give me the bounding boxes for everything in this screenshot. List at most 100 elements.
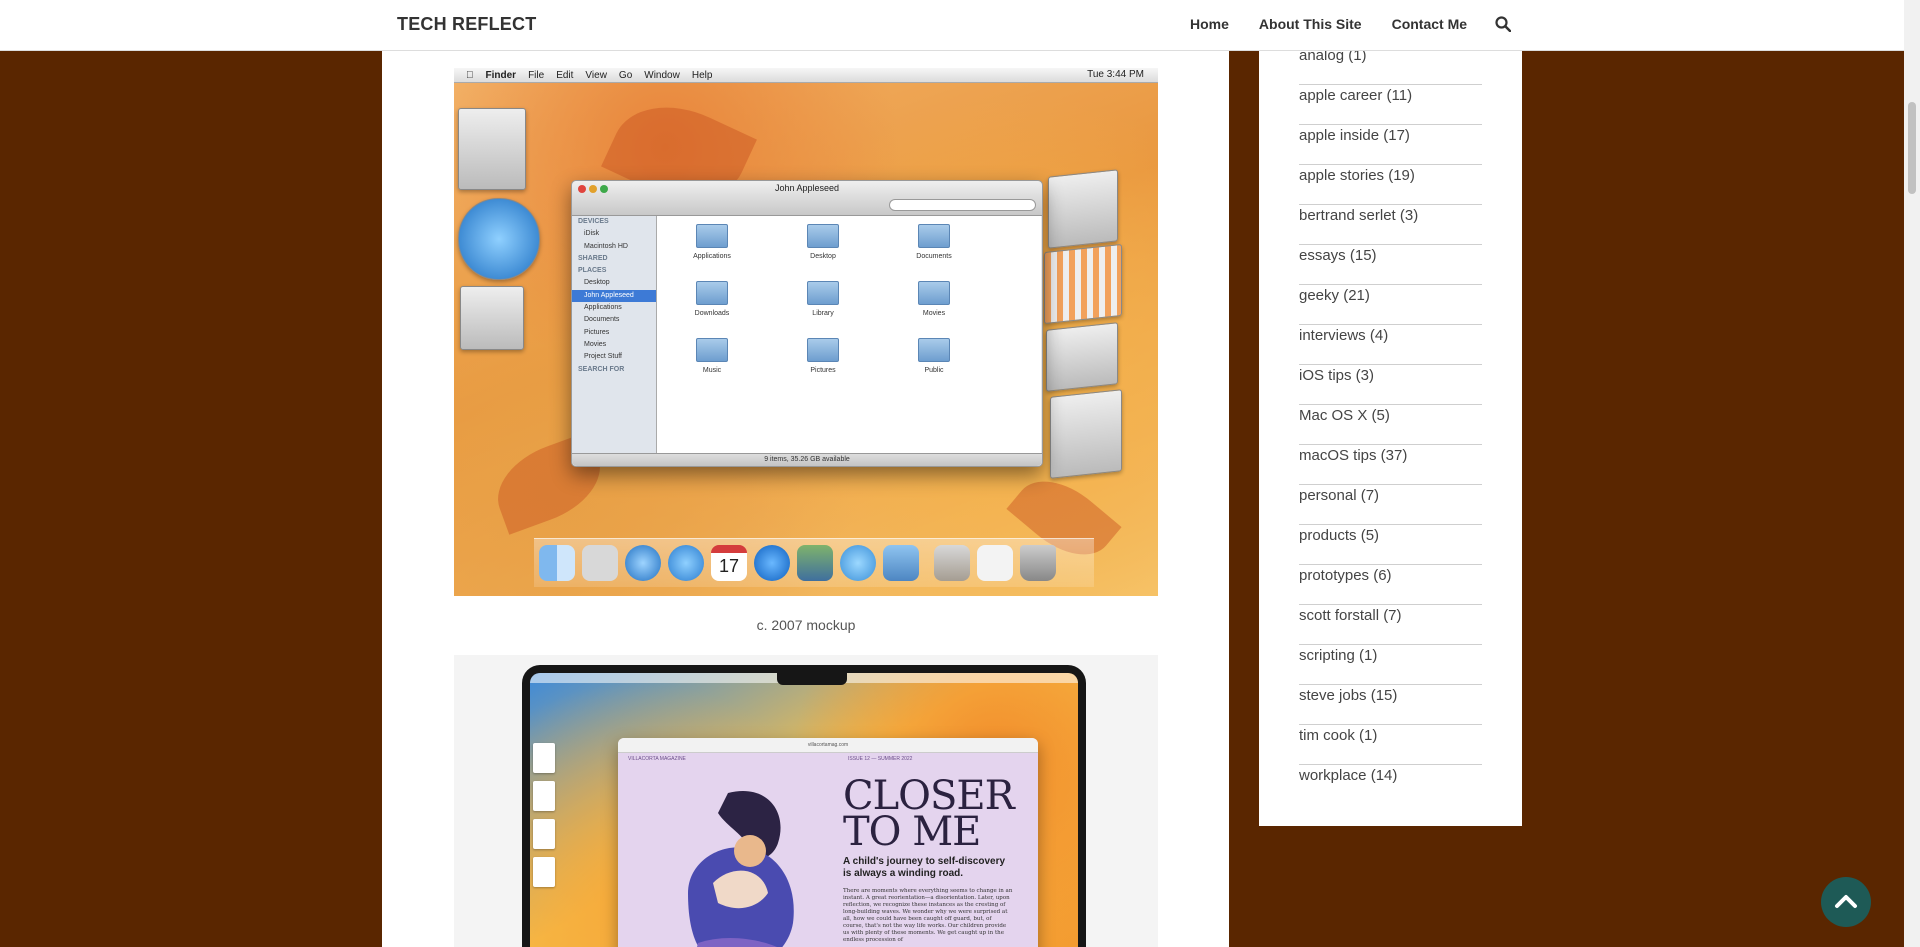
sidebar-header-search: SEARCH FOR	[578, 365, 625, 373]
thumbnail	[533, 819, 555, 849]
menu-go: Go	[611, 69, 632, 81]
category-link[interactable]: apple stories (19)	[1299, 165, 1482, 205]
article-content:  Finder File Edit View Go Window Help T…	[382, 0, 1229, 947]
ichat-icon	[668, 545, 704, 581]
nav-contact[interactable]: Contact Me	[1392, 16, 1467, 32]
scroll-to-top-button[interactable]	[1821, 877, 1871, 927]
folder-icon	[807, 281, 839, 305]
folder-item: Library	[773, 281, 873, 317]
category-link[interactable]: geeky (21)	[1299, 285, 1482, 325]
thumbnail	[533, 781, 555, 811]
window-stack-icon	[1048, 169, 1118, 249]
scrollbar-thumb[interactable]	[1908, 102, 1916, 194]
category-link[interactable]: apple inside (17)	[1299, 125, 1482, 165]
category-link[interactable]: iOS tips (3)	[1299, 365, 1482, 405]
macbook-mockup-image: villacortamag.com VILLACORTA MAGAZINE IS…	[454, 655, 1158, 947]
apple-menu-icon: 	[466, 70, 474, 81]
sidebar-item-project-stuff: Project Stuff	[584, 353, 623, 361]
category-link[interactable]: steve jobs (15)	[1299, 685, 1482, 725]
safari-icon	[625, 545, 661, 581]
magazine-body-text: There are moments where everything seems…	[843, 888, 1013, 943]
dock: 17	[534, 538, 1094, 587]
sidebar-header-devices: DEVICES	[578, 218, 609, 225]
window-stack-icon	[1050, 389, 1122, 479]
finder-window: John Appleseed DEVICES iDisk Macintosh H…	[571, 180, 1043, 467]
folder-item: Documents	[884, 224, 984, 260]
safari-address-bar: villacortamag.com	[618, 738, 1038, 753]
sidebar-item-pictures: Pictures	[584, 328, 610, 336]
chevron-up-icon	[1835, 895, 1857, 908]
folder-item: Music	[662, 338, 762, 374]
category-link[interactable]: scripting (1)	[1299, 645, 1482, 685]
folder-item: Downloads	[662, 281, 762, 317]
folder-icon	[696, 338, 728, 362]
folder-item: Pictures	[773, 338, 873, 374]
main-nav: Home About This Site Contact Me	[1190, 16, 1512, 32]
category-link[interactable]: essays (15)	[1299, 245, 1482, 285]
itunes-icon	[840, 545, 876, 581]
page-scrollbar[interactable]	[1904, 0, 1920, 947]
macbook-screen: villacortamag.com VILLACORTA MAGAZINE IS…	[530, 673, 1078, 947]
menu-finder: Finder	[478, 69, 517, 81]
mail-stack-icon	[458, 108, 526, 190]
category-link[interactable]: Mac OS X (5)	[1299, 405, 1482, 445]
category-link[interactable]: prototypes (6)	[1299, 565, 1482, 605]
category-link[interactable]: personal (7)	[1299, 485, 1482, 525]
finder-titlebar: John Appleseed	[572, 181, 1042, 216]
app-store-icon	[754, 545, 790, 581]
image-caption: c. 2007 mockup	[756, 617, 856, 633]
sidebar-header-shared: SHARED	[578, 254, 608, 262]
category-link[interactable]: apple career (11)	[1299, 85, 1482, 125]
category-link[interactable]: scott forstall (7)	[1299, 605, 1482, 645]
magazine-issue: ISSUE 12 — SUMMER 2022	[848, 756, 913, 762]
sidebar-item-desktop: Desktop	[584, 279, 610, 287]
sidebar-item-documents: Documents	[584, 316, 620, 324]
finder-content: Applications Desktop Documents Downloads…	[657, 216, 1041, 453]
thumbnail	[533, 857, 555, 887]
magazine-header: VILLACORTA MAGAZINE ISSUE 12 — SUMMER 20…	[628, 756, 1028, 762]
magazine-subhead: A child's journey to self-discovery is a…	[843, 856, 1006, 879]
window-stack-icon	[1044, 243, 1122, 325]
sidebar-item-idisk: iDisk	[584, 230, 600, 238]
folder-icon	[696, 281, 728, 305]
folder-icon	[918, 224, 950, 248]
downloads-icon	[977, 545, 1013, 581]
search-icon[interactable]	[1495, 16, 1512, 32]
site-header: TECH REFLECT Home About This Site Contac…	[0, 0, 1904, 51]
finder-status-bar: 9 items, 35.26 GB available	[572, 453, 1042, 466]
sidebar-header-places: PLACES	[578, 267, 607, 275]
category-link[interactable]: workplace (14)	[1299, 765, 1482, 804]
nav-home[interactable]: Home	[1190, 16, 1229, 32]
menu-file: File	[520, 69, 544, 81]
illustration-figure	[688, 791, 794, 947]
folder-item: Movies	[884, 281, 984, 317]
iphoto-icon	[797, 545, 833, 581]
category-link[interactable]: tim cook (1)	[1299, 725, 1482, 765]
mail-icon	[582, 545, 618, 581]
stack-icon	[934, 545, 970, 581]
menu-window: Window	[636, 69, 680, 81]
menu-help: Help	[684, 69, 713, 81]
magazine-headline: CLOSER TO ME	[843, 773, 1015, 855]
folder-icon	[807, 224, 839, 248]
category-link[interactable]: macOS tips (37)	[1299, 445, 1482, 485]
thumbnail	[533, 743, 555, 773]
menu-edit: Edit	[548, 69, 573, 81]
folder-icon	[696, 224, 728, 248]
folder-icon	[918, 338, 950, 362]
category-link[interactable]: interviews (4)	[1299, 325, 1482, 365]
finder-search-field	[889, 199, 1036, 211]
nav-about[interactable]: About This Site	[1259, 16, 1362, 32]
category-link[interactable]: bertrand serlet (3)	[1299, 205, 1482, 245]
macbook-frame: villacortamag.com VILLACORTA MAGAZINE IS…	[522, 665, 1086, 947]
folder-icon	[807, 338, 839, 362]
photo-stack-icon	[460, 286, 524, 350]
window-stack-icon	[1046, 322, 1118, 392]
site-title[interactable]: TECH REFLECT	[397, 14, 536, 35]
menu-view: View	[577, 69, 607, 81]
stage-manager-thumbnails	[533, 743, 555, 895]
finder-title: John Appleseed	[774, 183, 840, 193]
category-link[interactable]: analog (1)	[1299, 45, 1482, 85]
category-link[interactable]: products (5)	[1299, 525, 1482, 565]
sidebar-item-home: John Appleseed	[572, 289, 656, 303]
